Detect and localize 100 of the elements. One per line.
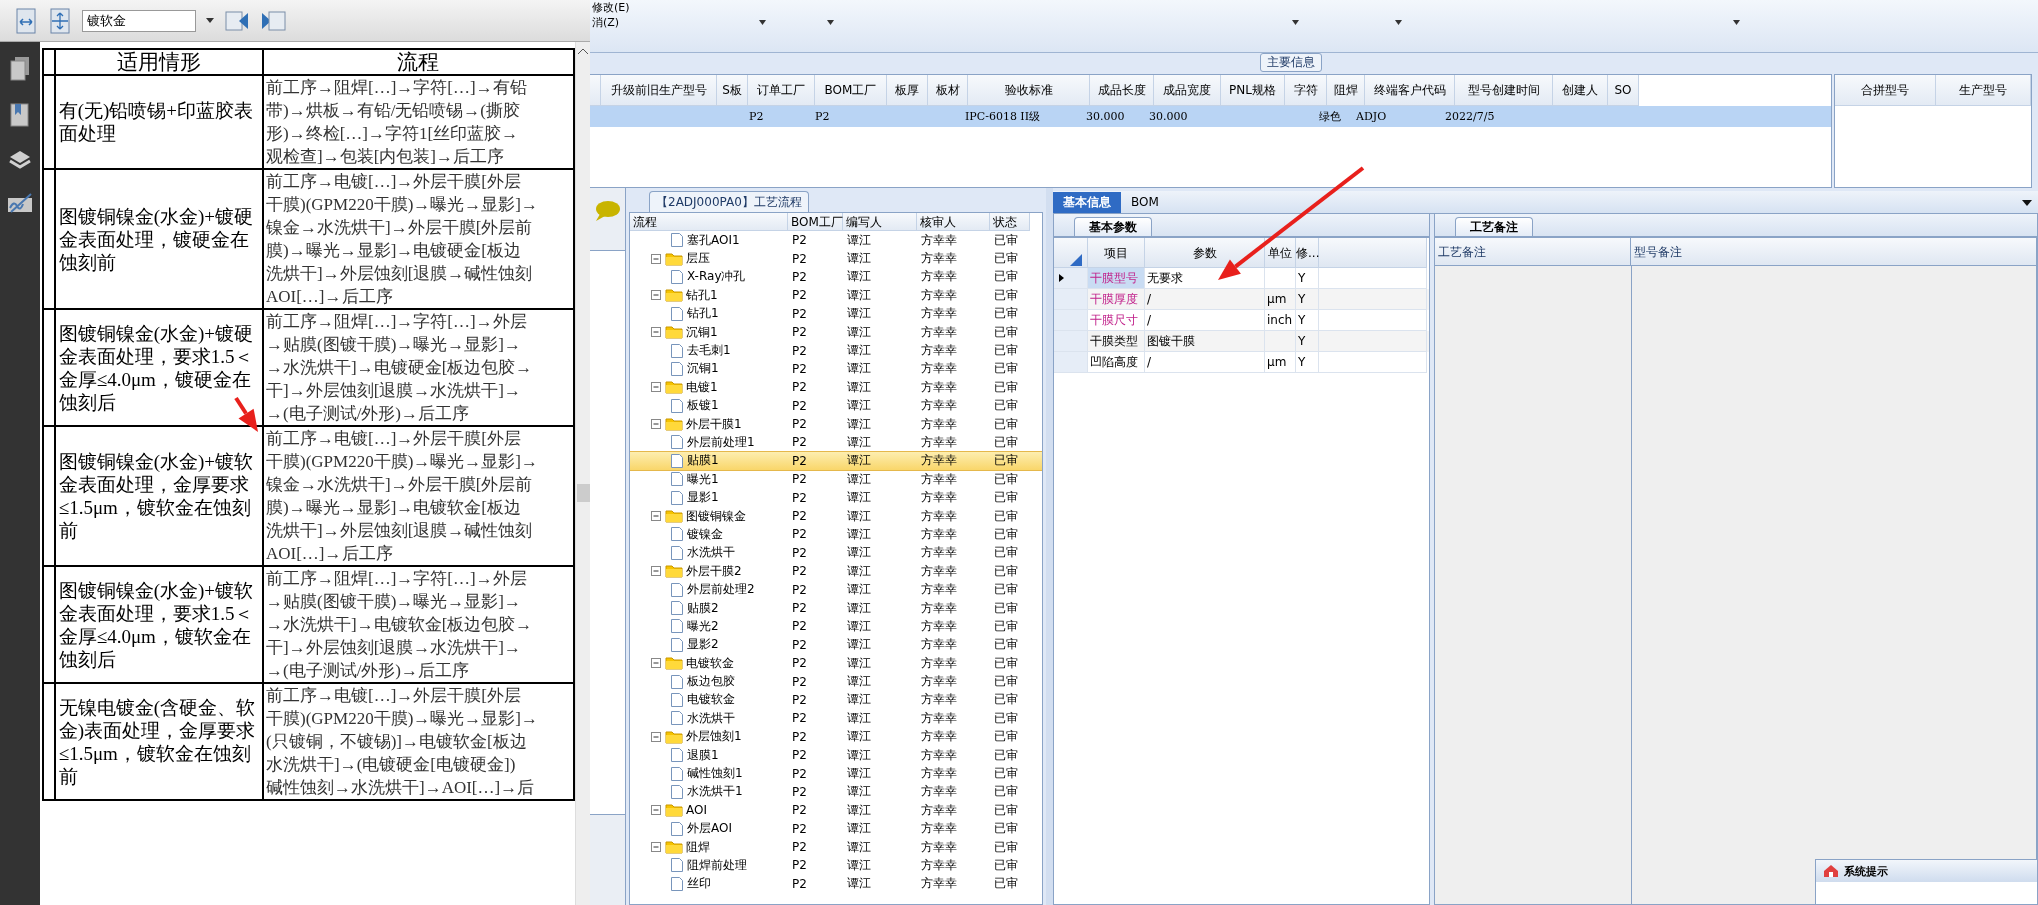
tree-row[interactable]: 显影2 P2 谭江 方幸幸 已审 (630, 635, 1042, 654)
menu-item[interactable]: 修改(E) (592, 0, 2038, 15)
tree-row[interactable]: 镀镍金 P2 谭江 方幸幸 已审 (630, 525, 1042, 544)
column-header[interactable]: 成品宽度 (1154, 75, 1221, 106)
collapse-icon[interactable] (650, 252, 662, 265)
tree-row[interactable]: 贴膜2 P2 谭江 方幸幸 已审 (630, 598, 1042, 618)
tree-row[interactable]: 外层干膜2 P2 谭江 方幸幸 已审 (630, 562, 1042, 581)
tree-row[interactable]: 电镀软金 P2 谭江 方幸幸 已审 (630, 690, 1042, 710)
tree-row[interactable]: 沉铜1 P2 谭江 方幸幸 已审 (630, 322, 1042, 342)
table-row[interactable]: 干膜类型 图镀干膜 Y (1054, 331, 1429, 352)
column-header[interactable]: BOM工厂 (815, 75, 887, 106)
scroll-up-icon[interactable] (578, 48, 588, 54)
collapse-icon[interactable] (650, 730, 662, 743)
column-header[interactable]: 阻焊 (1327, 75, 1365, 106)
tree-row[interactable]: 电镀软金 P2 谭江 方幸幸 已审 (630, 654, 1042, 673)
tree-row[interactable]: 曝光1 P2 谭江 方幸幸 已审 (630, 470, 1042, 489)
tree-row[interactable]: 沉铜1 P2 谭江 方幸幸 已审 (630, 359, 1042, 379)
tree-row[interactable]: 外层前处理1 P2 谭江 方幸幸 已审 (630, 433, 1042, 452)
column-header[interactable]: 参数 (1145, 238, 1265, 268)
tree-row[interactable]: 显影1 P2 谭江 方幸幸 已审 (630, 488, 1042, 507)
tree-row[interactable]: 水洗烘干 P2 谭江 方幸幸 已审 (630, 543, 1042, 563)
collapse-icon[interactable] (650, 418, 662, 431)
collapse-icon[interactable] (650, 657, 662, 670)
column-header[interactable]: 验收标准 (968, 75, 1090, 106)
column-header[interactable]: 订单工厂 (748, 75, 815, 106)
dropdown-caret-icon[interactable] (827, 20, 835, 25)
column-header[interactable]: 单位 (1265, 238, 1296, 268)
column-header[interactable]: 创建人 (1553, 75, 1608, 106)
dropdown-caret-icon[interactable] (1733, 20, 1741, 25)
bookmark-icon[interactable] (9, 102, 31, 128)
collapse-icon[interactable] (650, 510, 662, 523)
column-header[interactable]: PNL规格 (1221, 75, 1285, 106)
tree-row[interactable]: 贴膜1 P2 谭江 方幸幸 已审 (630, 451, 1042, 471)
column-header[interactable]: BOM工厂 (788, 213, 843, 231)
column-header[interactable]: 字符 (1285, 75, 1327, 106)
tree-row[interactable]: 曝光2 P2 谭江 方幸幸 已审 (630, 617, 1042, 636)
column-header[interactable]: 编写人 (843, 213, 917, 231)
tree-row[interactable]: 水洗烘干1 P2 谭江 方幸幸 已审 (630, 782, 1042, 802)
collapse-icon[interactable] (650, 289, 662, 302)
tab[interactable]: BOM (1121, 192, 1169, 213)
fit-width-icon[interactable] (14, 6, 38, 35)
dropdown-caret-icon[interactable] (759, 20, 767, 25)
tree-row[interactable]: 电镀1 P2 谭江 方幸幸 已审 (630, 378, 1042, 397)
table-row[interactable]: 凹陷高度 / μm Y (1054, 352, 1429, 373)
column-header[interactable]: 工艺备注 (1435, 238, 1631, 266)
column-header[interactable]: 项目 (1088, 238, 1145, 268)
dropdown-caret-icon[interactable] (2022, 200, 2032, 206)
tree-row[interactable]: 板镀1 P2 谭江 方幸幸 已审 (630, 396, 1042, 415)
tree-row[interactable]: 水洗烘干 P2 谭江 方幸幸 已审 (630, 709, 1042, 728)
tree-row[interactable]: 板边包胶 P2 谭江 方幸幸 已审 (630, 672, 1042, 691)
scrollbar[interactable] (575, 42, 590, 905)
table-row[interactable]: 干膜厚度 / μm Y (1054, 289, 1429, 310)
collapse-icon[interactable] (650, 841, 662, 854)
column-header[interactable]: 合拼型号 (1835, 75, 1936, 106)
tree-row[interactable]: 层压 P2 谭江 方幸幸 已审 (630, 249, 1042, 268)
collapse-icon[interactable] (650, 381, 662, 394)
tab[interactable]: 工艺备注 (1455, 217, 1533, 236)
zoom-field[interactable]: 镀软金 (82, 9, 196, 32)
column-header[interactable]: 终端客户代码 (1365, 75, 1455, 106)
tree-row[interactable]: 塞孔AOI1 P2 谭江 方幸幸 已审 (630, 231, 1042, 250)
tree-row[interactable]: 碱性蚀刻1 P2 谭江 方幸幸 已审 (630, 764, 1042, 783)
column-header[interactable]: SO (1608, 75, 1639, 106)
column-header[interactable]: 型号创建时间 (1455, 75, 1553, 106)
fit-page-icon[interactable] (48, 6, 72, 35)
column-header[interactable]: 修... (1296, 238, 1319, 268)
signature-icon[interactable] (7, 192, 33, 214)
column-header[interactable]: 型号备注 (1631, 238, 2037, 266)
tab[interactable]: 基本参数 (1074, 217, 1152, 236)
collapse-icon[interactable] (650, 326, 662, 339)
column-header[interactable]: 流程 (630, 213, 788, 231)
scroll-thumb[interactable] (576, 484, 590, 502)
tree-row[interactable]: 钻孔1 P2 谭江 方幸幸 已审 (630, 304, 1042, 323)
tree-row[interactable]: 外层蚀刻1 P2 谭江 方幸幸 已审 (630, 727, 1042, 746)
dropdown-caret-icon[interactable] (1292, 20, 1300, 25)
collapse-icon[interactable] (650, 804, 662, 817)
tab[interactable]: 基本信息 (1053, 192, 1121, 213)
pages-icon[interactable] (9, 56, 31, 82)
tree-row[interactable]: 外层干膜1 P2 谭江 方幸幸 已审 (630, 414, 1042, 434)
tree-row[interactable]: 去毛刺1 P2 谭江 方幸幸 已审 (630, 341, 1042, 360)
menu-item[interactable]: 消(Z) (592, 15, 620, 30)
table-row[interactable]: P2 P2 IPC-6018 II级 30.000 30.000 绿色 ADJO 2022/7/5 (590, 106, 1831, 127)
collapse-icon[interactable] (650, 565, 662, 578)
column-header[interactable]: 升级前旧生产型号 (601, 75, 717, 106)
column-header[interactable]: 成品长度 (1090, 75, 1154, 106)
column-header[interactable]: 生产型号 (1936, 75, 2031, 106)
column-header[interactable]: 板材 (928, 75, 968, 106)
tree-row[interactable]: 图镀铜镍金 P2 谭江 方幸幸 已审 (630, 506, 1042, 526)
tree-row[interactable]: 阻焊 P2 谭江 方幸幸 已审 (630, 837, 1042, 857)
column-header[interactable]: 核审人 (917, 213, 990, 231)
tree-row[interactable]: 阻焊前处理 P2 谭江 方幸幸 已审 (630, 856, 1042, 875)
column-header[interactable]: S板 (717, 75, 748, 106)
tree-row[interactable]: 钻孔1 P2 谭江 方幸幸 已审 (630, 286, 1042, 305)
column-header[interactable]: 状态 (990, 213, 1030, 231)
tree-row[interactable]: 外层前处理2 P2 谭江 方幸幸 已审 (630, 580, 1042, 599)
tree-row[interactable]: X-Ray冲孔 P2 谭江 方幸幸 已审 (630, 267, 1042, 287)
tree-row[interactable]: 退膜1 P2 谭江 方幸幸 已审 (630, 745, 1042, 765)
tree-row[interactable]: 丝印 P2 谭江 方幸幸 已审 (630, 874, 1042, 894)
tree-row[interactable]: 外层AOI P2 谭江 方幸幸 已审 (630, 819, 1042, 838)
dropdown-caret-icon[interactable] (1395, 20, 1403, 25)
dropdown-caret-icon[interactable] (206, 17, 214, 24)
